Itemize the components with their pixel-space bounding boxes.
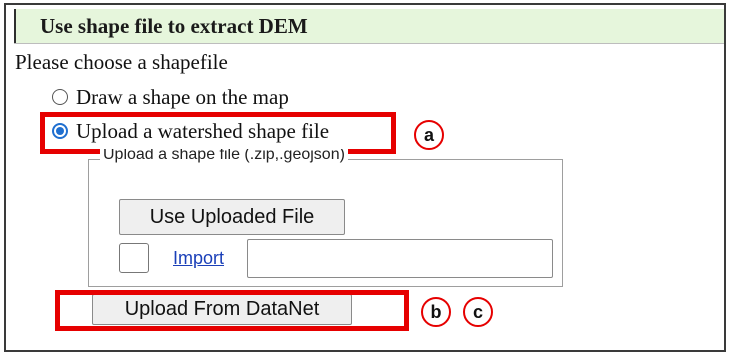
use-uploaded-file-button[interactable]: Use Uploaded File [119, 199, 345, 235]
import-link[interactable]: Import [173, 248, 224, 269]
section-header: Use shape file to extract DEM [14, 9, 724, 43]
upload-shape-legend: Upload a shape file (.zip,.geojson) [100, 149, 348, 164]
highlight-box-a [40, 112, 396, 154]
highlight-box-bc [55, 290, 409, 331]
shapefile-prompt: Please choose a shapefile [15, 50, 228, 74]
file-name-input[interactable] [247, 239, 553, 278]
annotation-badge-b: b [421, 297, 451, 327]
draw-shape-radio[interactable] [52, 89, 68, 105]
annotation-badge-c: c [463, 297, 493, 327]
header-divider [14, 43, 724, 44]
draw-shape-label[interactable]: Draw a shape on the map [76, 85, 289, 110]
annotation-badge-a: a [414, 120, 444, 150]
section-title: Use shape file to extract DEM [40, 14, 308, 38]
import-checkbox[interactable] [119, 243, 149, 273]
